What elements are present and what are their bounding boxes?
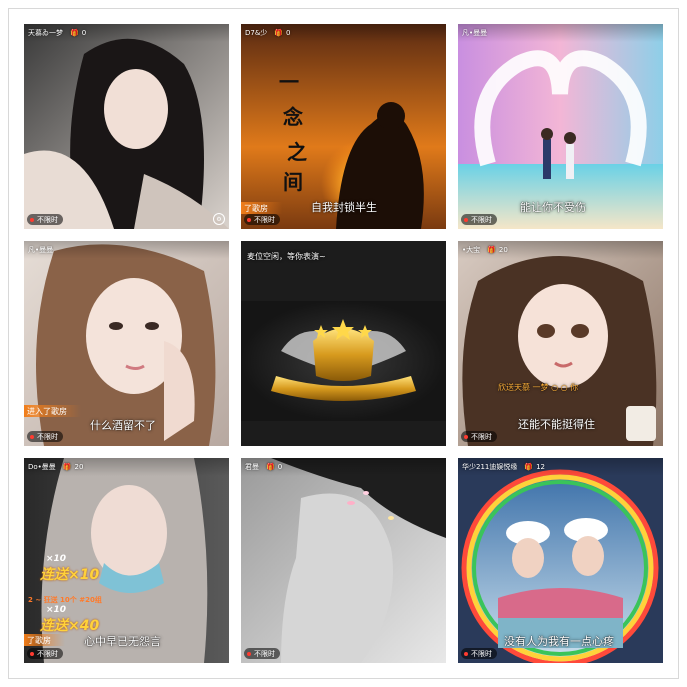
gift-message: 欣送天慕 一梦 ○ ○ 你 xyxy=(498,383,579,392)
gift-count: 20 xyxy=(498,246,508,254)
duration-badge: 不限时 xyxy=(461,431,497,442)
combo-text-1: 连送×10 xyxy=(40,567,100,583)
lyric-caption: 还能不能挺得住 xyxy=(518,418,595,431)
room-card-5[interactable]: 麦位空闲，等你表演~ xyxy=(241,241,446,446)
room-card-9[interactable]: 华少211迪娱悦缘 🎁 12 没有人为我有一点心疼 不限时 xyxy=(458,458,663,663)
room-card-8[interactable]: 君曼 🎁 0 不限时 xyxy=(241,458,446,663)
settings-icon[interactable]: ⚙ xyxy=(213,213,225,225)
duration-badge: 不限时 xyxy=(244,214,280,225)
combo-multiplier-2: ×10 xyxy=(46,605,67,615)
poster-text-1: 一 xyxy=(279,70,299,94)
live-dot-icon xyxy=(464,651,468,656)
gift-count: 0 xyxy=(277,463,283,471)
room-card-6[interactable]: •大宝 🎁 20 欣送天慕 一梦 ○ ○ 你 还能不能挺得住 不限时 xyxy=(458,241,663,446)
gift-row: 2 ~ 狂送 10个 #20组 xyxy=(28,596,102,604)
duration-badge: 不限时 xyxy=(27,431,63,442)
room-card-4[interactable]: 凡•曼曼 进入了歌房 什么酒留不了 不限时 xyxy=(24,241,229,446)
room-header: 君曼 🎁 0 xyxy=(241,458,446,476)
room-header: Do•曼曼 🎁 20 xyxy=(24,458,229,476)
join-banner: 了歌房 xyxy=(241,202,282,214)
lyric-caption: 心中早已无怨言 xyxy=(84,635,161,648)
join-banner: 了歌房 xyxy=(24,634,65,646)
join-banner: 进入了歌房 xyxy=(24,405,81,417)
duration-badge: 不限时 xyxy=(461,214,497,225)
room-cover xyxy=(241,458,446,663)
poster-text-2: 念 xyxy=(283,105,303,129)
room-header: •大宝 🎁 20 xyxy=(458,241,663,259)
live-dot-icon xyxy=(464,434,468,439)
gift-count: 0 xyxy=(286,29,291,37)
gift-icon: 🎁 xyxy=(487,246,496,254)
live-dot-icon xyxy=(247,217,251,222)
lyric-caption: 没有人为我有一点心疼 xyxy=(504,635,614,648)
room-card-1[interactable]: 天慕ゐ一梦 🎁 0 不限时 ⚙ xyxy=(24,24,229,229)
poster-text-3: 之 xyxy=(287,140,307,164)
room-card-3[interactable]: 凡•曼曼 能让你不受伤 不限时 xyxy=(458,24,663,229)
gift-icon: 🎁 xyxy=(274,29,284,37)
lyric-caption: 能让你不受伤 xyxy=(520,201,586,214)
gift-count: 20 xyxy=(74,463,84,471)
seat-notice: 麦位空闲，等你表演~ xyxy=(247,252,326,261)
room-cover xyxy=(24,24,229,229)
room-cover xyxy=(241,241,446,446)
room-card-7[interactable]: Do•曼曼 🎁 20 ×10 连送×10 2 ~ 狂送 10个 #20组 ×10… xyxy=(24,458,229,663)
gift-icon: 🎁 xyxy=(70,29,79,37)
host-name: 天慕ゐ一梦 xyxy=(28,29,63,37)
combo-multiplier-1: ×10 xyxy=(46,554,67,564)
duration-badge: 不限时 xyxy=(244,648,280,659)
duration-badge: 不限时 xyxy=(461,648,497,659)
duration-badge: 不限时 xyxy=(27,214,63,225)
host-name: 华少211迪娱悦缘 xyxy=(462,463,518,471)
room-card-2[interactable]: 一 念 之 间 D7&少 🎁 0 了歌房 自我封锁半生 不限时 xyxy=(241,24,446,229)
live-dot-icon xyxy=(464,217,468,222)
gift-icon: 🎁 xyxy=(62,463,72,471)
live-dot-icon xyxy=(247,651,251,656)
host-name: Do•曼曼 xyxy=(28,463,56,471)
lyric-caption: 什么酒留不了 xyxy=(90,419,156,432)
combo-text-2: 连送×40 xyxy=(40,618,100,634)
room-header: 凡•曼曼 xyxy=(458,24,663,42)
live-dot-icon xyxy=(30,434,34,439)
duration-badge: 不限时 xyxy=(27,648,63,659)
room-header: D7&少 🎁 0 xyxy=(241,24,446,42)
live-dot-icon xyxy=(30,217,34,222)
host-name: 君曼 xyxy=(245,463,259,471)
gift-count: 0 xyxy=(81,29,87,37)
photo-grid: 天慕ゐ一梦 🎁 0 不限时 ⚙ 一 念 之 间 D7&少 🎁 0 了歌房 自我封… xyxy=(8,8,679,679)
room-header: 天慕ゐ一梦 🎁 0 xyxy=(24,24,229,42)
live-dot-icon xyxy=(30,651,34,656)
host-name: D7&少 xyxy=(245,29,268,37)
gift-icon: 🎁 xyxy=(524,463,534,471)
gift-icon: 🎁 xyxy=(266,463,275,471)
gift-count: 12 xyxy=(536,463,546,471)
lyric-caption: 自我封锁半生 xyxy=(311,201,377,214)
room-header: 华少211迪娱悦缘 🎁 12 xyxy=(458,458,663,476)
host-name: 凡•曼曼 xyxy=(28,246,54,254)
host-name: 凡•曼曼 xyxy=(462,29,488,37)
host-name: •大宝 xyxy=(462,246,481,254)
poster-text-4: 间 xyxy=(283,170,303,194)
room-header: 凡•曼曼 xyxy=(24,241,229,259)
